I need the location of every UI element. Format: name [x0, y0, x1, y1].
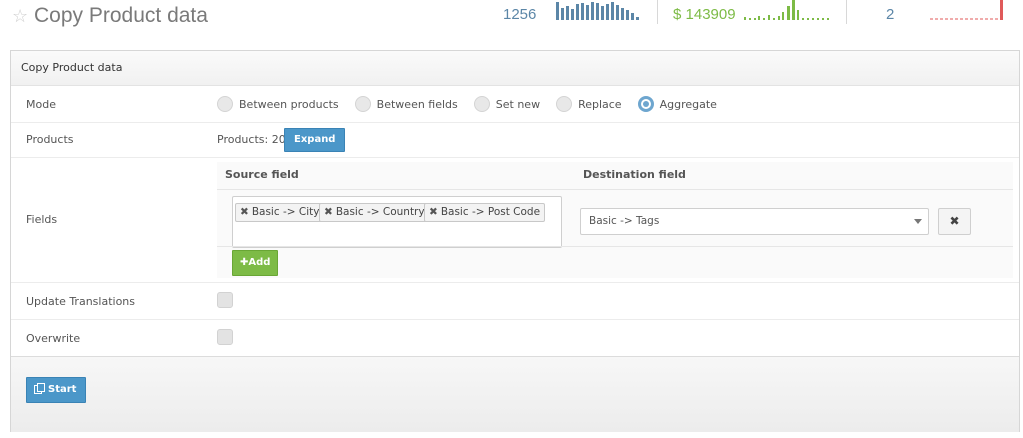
expand-button[interactable]: Expand [284, 128, 346, 152]
favorite-star-icon[interactable]: ☆ [12, 6, 28, 27]
remove-field-button[interactable]: ✖ [938, 208, 971, 235]
radio-label: Set new [495, 97, 541, 111]
dropdown-arrow-icon[interactable] [914, 219, 922, 224]
remove-tag-icon[interactable]: ✖ [240, 206, 249, 218]
stat-revenue: $ 143909 [673, 6, 736, 23]
stat-orders-count: 2 [886, 6, 895, 23]
mode-option-set-new[interactable]: Set new [473, 96, 541, 112]
radio-label: Aggregate [659, 97, 717, 111]
stat-separator [846, 0, 847, 24]
products-count: Products: 20 [217, 133, 286, 146]
fields-label: Fields [26, 213, 58, 226]
tag-label: Basic -> City [251, 206, 320, 218]
source-field-header: Source field [225, 168, 299, 181]
revenue-sparkline [744, 0, 829, 20]
overwrite-checkbox[interactable] [217, 329, 233, 345]
destination-field-select[interactable]: Basic -> Tags [580, 208, 929, 235]
radio-circle[interactable] [217, 96, 233, 112]
source-tag-city[interactable]: ✖ Basic -> City [235, 203, 325, 222]
panel-title: Copy Product data [11, 51, 1019, 86]
products-label: Products [26, 133, 74, 146]
source-tag-country[interactable]: ✖ Basic -> Country [319, 203, 430, 222]
products-sparkline [556, 2, 639, 20]
mode-option-between-products[interactable]: Between products [217, 96, 339, 112]
source-field-multiselect[interactable]: ✖ Basic -> City ✖ Basic -> Country ✖ Basic … [232, 196, 562, 248]
tag-label: Basic -> Post Code [440, 206, 541, 218]
add-field-button[interactable]: ✚Add [232, 250, 279, 276]
page-title: Copy Product data [34, 4, 208, 27]
radio-circle[interactable] [556, 96, 573, 112]
stat-separator [657, 0, 658, 24]
fields-row: Fields Source field Destination field ✖ B… [11, 158, 1019, 283]
radio-circle[interactable] [354, 96, 371, 112]
source-tag-post-code[interactable]: ✖ Basic -> Post Code [424, 203, 546, 222]
copy-product-panel: Copy Product data Mode Between products … [10, 50, 1020, 432]
radio-label: Between products [239, 97, 339, 111]
stat-products-count: 1256 [503, 6, 537, 23]
mode-row: Mode Between products Between fields Set… [11, 86, 1019, 123]
overwrite-label: Overwrite [26, 332, 81, 345]
update-translations-label: Update Translations [26, 295, 136, 308]
overwrite-row: Overwrite [11, 320, 1019, 356]
mode-option-replace[interactable]: Replace [556, 96, 622, 112]
mode-option-aggregate[interactable]: Aggregate [637, 96, 717, 112]
radio-label: Between fields [376, 97, 458, 111]
tag-label: Basic -> Country [335, 206, 425, 218]
start-label: Start [48, 384, 77, 395]
page-header: ☆ Copy Product data 1256 $ 143909 2 [0, 0, 1023, 38]
radio-circle-selected[interactable] [637, 96, 654, 112]
update-translations-checkbox[interactable] [217, 292, 233, 308]
fields-editor: Source field Destination field ✖ Basic ->… [217, 162, 1013, 278]
mode-label: Mode [26, 98, 56, 111]
destination-field-header: Destination field [583, 168, 686, 181]
start-button[interactable]: Start [26, 377, 87, 403]
remove-tag-icon[interactable]: ✖ [324, 206, 333, 218]
products-row: Products Products: 20 Expand [11, 123, 1019, 158]
panel-footer: Start [11, 356, 1019, 432]
radio-label: Replace [578, 97, 622, 111]
mode-option-between-fields[interactable]: Between fields [354, 96, 458, 112]
orders-sparkline [930, 0, 1003, 20]
copy-icon [34, 383, 45, 394]
select-value: Basic -> Tags [589, 215, 660, 227]
update-translations-row: Update Translations [11, 283, 1019, 320]
remove-tag-icon[interactable]: ✖ [429, 206, 438, 218]
divider [217, 189, 1013, 190]
radio-circle[interactable] [473, 96, 490, 112]
mode-radio-group: Between products Between fields Set new … [217, 86, 733, 122]
add-label: Add [248, 257, 271, 268]
divider [217, 246, 1013, 247]
